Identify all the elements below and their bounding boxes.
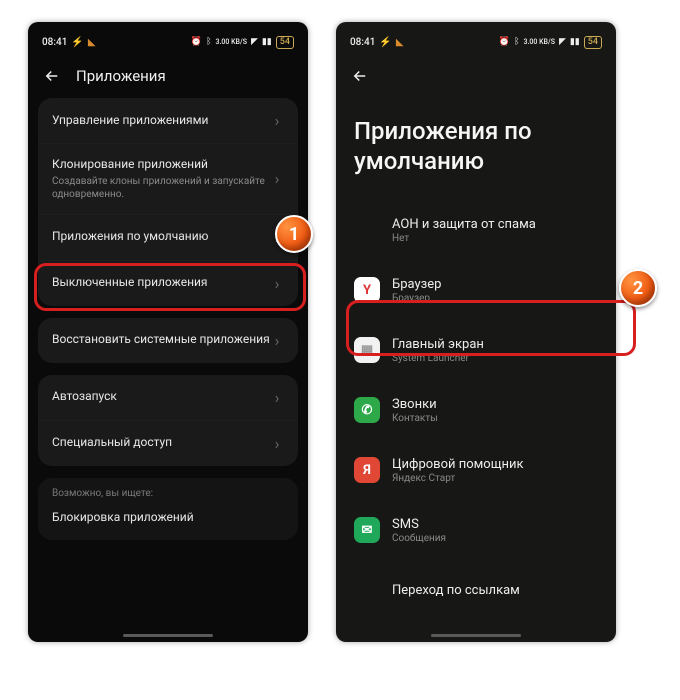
status-left: 08:41 ⚡ ◣: [350, 37, 404, 48]
item-sub: Сообщения: [392, 533, 446, 544]
chevron-right-icon: ›: [270, 169, 284, 188]
row-label: Приложения по умолчанию: [52, 229, 270, 245]
lightning-icon: ⚡: [379, 37, 391, 48]
row-manage-apps[interactable]: Управление приложениями ›: [38, 98, 298, 143]
default-app-calls[interactable]: ✆ Звонки Контакты: [336, 380, 616, 440]
battery-icon: 54: [584, 36, 602, 49]
back-button[interactable]: [40, 64, 64, 88]
row-restore-system-apps[interactable]: Восстановить системные приложения ›: [38, 318, 298, 363]
item-sub: Браузер: [392, 293, 441, 304]
default-app-assistant[interactable]: Я Цифровой помощник Яндекс Старт: [336, 440, 616, 500]
default-app-links[interactable]: Переход по ссылкам: [336, 560, 616, 620]
row-app-lock[interactable]: Блокировка приложений: [38, 501, 298, 540]
item-title: Главный экран: [392, 337, 484, 352]
lightning-icon: ⚡: [71, 37, 83, 48]
callout-2: 2: [619, 269, 657, 307]
row-label: Управление приложениями: [52, 113, 270, 129]
default-app-sms[interactable]: ✉ SMS Сообщения: [336, 500, 616, 560]
status-time: 08:41: [42, 37, 67, 48]
statusbar: 08:41 ⚡ ◣ ⏰ ᛒ 3.00 KB/S ◤ ▮▮ 54: [28, 22, 308, 58]
app-icon-contacts: ✆: [354, 397, 380, 423]
default-app-caller-id[interactable]: АОН и защита от спама Нет: [336, 200, 616, 260]
item-sub: Нет: [392, 233, 536, 244]
item-title: SMS: [392, 517, 446, 532]
item-sub: System Launcher: [392, 353, 484, 364]
item-title: Переход по ссылкам: [392, 583, 520, 598]
status-right: ⏰ ᛒ 3.00 KB/S ◤ ▮▮ 54: [499, 36, 602, 49]
default-app-browser[interactable]: Y Браузер Браузер: [336, 260, 616, 320]
app-icon-sms: ✉: [354, 517, 380, 543]
page-title: Приложения: [76, 67, 166, 85]
bt-icon: ᛒ: [514, 37, 519, 47]
row-default-apps[interactable]: Приложения по умолчанию ›: [38, 214, 298, 260]
bt-icon: ᛒ: [206, 37, 211, 47]
chevron-right-icon: ›: [270, 434, 284, 453]
signal-icon: ▮▮: [570, 37, 580, 47]
page-title: Приложения по умолчанию: [336, 98, 616, 200]
settings-group-3: Автозапуск › Специальный доступ ›: [38, 375, 298, 466]
phone-left: 08:41 ⚡ ◣ ⏰ ᛒ 3.00 KB/S ◤ ▮▮ 54 Приложен…: [28, 22, 308, 642]
header: Приложения: [28, 58, 308, 98]
arrow-left-icon: [43, 67, 61, 85]
app-icon-ystart: Я: [354, 457, 380, 483]
phone-right: 08:41 ⚡ ◣ ⏰ ᛒ 3.00 KB/S ◤ ▮▮ 54 Приложен…: [336, 22, 616, 642]
net-speed: 3.00 KB/S: [524, 38, 555, 46]
chevron-right-icon: ›: [270, 111, 284, 130]
callout-1: 1: [275, 215, 313, 253]
item-title: Браузер: [392, 277, 441, 292]
bookmark-icon: ◣: [396, 37, 404, 48]
row-label: Выключенные приложения: [52, 275, 270, 291]
arrow-left-icon: [351, 67, 369, 85]
item-title: Цифровой помощник: [392, 457, 524, 472]
back-button[interactable]: [348, 64, 372, 88]
wifi-icon: ◤: [251, 37, 258, 47]
alarm-icon: ⏰: [499, 37, 510, 47]
default-app-launcher[interactable]: ▦ Главный экран System Launcher: [336, 320, 616, 380]
row-autostart[interactable]: Автозапуск ›: [38, 375, 298, 420]
item-title: АОН и защита от спама: [392, 217, 536, 232]
settings-group-search: Возможно, вы ищете: Блокировка приложени…: [38, 478, 298, 540]
status-time: 08:41: [350, 37, 375, 48]
row-label: Автозапуск: [52, 389, 270, 405]
settings-group-1: Управление приложениями › Клонирование п…: [38, 98, 298, 306]
statusbar: 08:41 ⚡ ◣ ⏰ ᛒ 3.00 KB/S ◤ ▮▮ 54: [336, 22, 616, 58]
item-sub: Яндекс Старт: [392, 473, 524, 484]
chevron-right-icon: ›: [270, 388, 284, 407]
chevron-right-icon: ›: [270, 274, 284, 293]
net-speed: 3.00 KB/S: [216, 38, 247, 46]
alarm-icon: ⏰: [191, 37, 202, 47]
bookmark-icon: ◣: [88, 37, 96, 48]
row-label: Специальный доступ: [52, 435, 270, 451]
signal-icon: ▮▮: [262, 37, 272, 47]
row-disabled-apps[interactable]: Выключенные приложения ›: [38, 260, 298, 306]
chevron-right-icon: ›: [270, 331, 284, 350]
row-clone-apps[interactable]: Клонирование приложений Создавайте клоны…: [38, 143, 298, 214]
settings-group-2: Восстановить системные приложения ›: [38, 318, 298, 363]
search-heading: Возможно, вы ищете:: [38, 478, 298, 501]
home-indicator[interactable]: [123, 634, 213, 637]
item-sub: Контакты: [392, 413, 438, 424]
row-sub: Создавайте клоны приложений и запускайте…: [52, 175, 270, 201]
home-indicator[interactable]: [431, 634, 521, 637]
row-label: Клонирование приложений: [52, 157, 270, 173]
status-left: 08:41 ⚡ ◣: [42, 37, 96, 48]
row-special-access[interactable]: Специальный доступ ›: [38, 420, 298, 466]
battery-icon: 54: [276, 36, 294, 49]
item-title: Звонки: [392, 397, 438, 412]
app-icon-launcher: ▦: [354, 337, 380, 363]
row-label: Блокировка приложений: [52, 510, 284, 526]
row-label: Восстановить системные приложения: [52, 332, 270, 348]
wifi-icon: ◤: [559, 37, 566, 47]
status-right: ⏰ ᛒ 3.00 KB/S ◤ ▮▮ 54: [191, 36, 294, 49]
header: [336, 58, 616, 98]
app-icon-yandex: Y: [354, 277, 380, 303]
